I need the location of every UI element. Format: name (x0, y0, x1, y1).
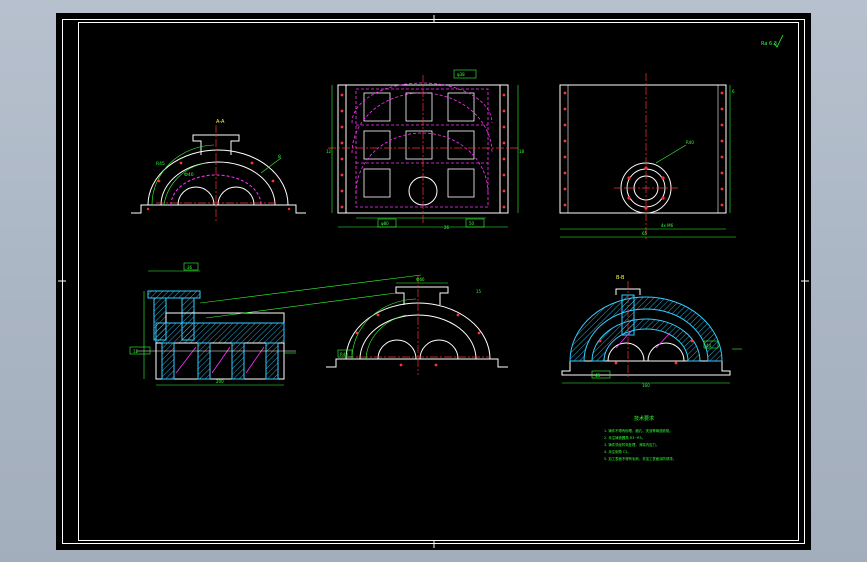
note-line: 2. 未注铸造圆角 R3~R5。 (604, 435, 645, 440)
svg-text:R45: R45 (156, 161, 165, 167)
svg-text:12: 12 (133, 349, 139, 354)
svg-text:Ф66: Ф66 (416, 277, 425, 282)
technical-notes: 技术要求 1. 铸件不得有砂眼、缩孔、夹渣等铸造缺陷。 2. 未注铸造圆角 R3… (604, 415, 676, 461)
drawing-canvas: Ra 6.3 A-A R45 8 Ф40 φ38 φ80 50 12 18 26… (58, 15, 809, 548)
svg-text:φ80: φ80 (381, 221, 389, 226)
svg-text:65: 65 (642, 231, 648, 236)
view-section-left: 12 36 200 (129, 262, 422, 386)
svg-text:R48: R48 (340, 352, 348, 357)
drawing-sheet: Ra 6.3 A-A R45 8 Ф40 φ38 φ80 50 12 18 26… (56, 13, 811, 550)
note-line: 3. 铸件须经时效处理，消除内应力。 (604, 442, 659, 447)
svg-text:φ38: φ38 (457, 72, 465, 77)
svg-text:18: 18 (519, 149, 525, 154)
view-side-flange: R40 4x M6 65 6 (559, 73, 736, 241)
note-line: 5. 加工表面不得有毛刺，非加工表面涂防锈漆。 (604, 456, 676, 461)
svg-text:12: 12 (326, 149, 332, 154)
view-label: A-A (216, 119, 225, 125)
svg-text:50: 50 (469, 221, 475, 226)
svg-text:160: 160 (642, 383, 650, 388)
note-line: 1. 铸件不得有砂眼、缩孔、夹渣等铸造缺陷。 (604, 428, 673, 433)
svg-text:45: 45 (595, 373, 601, 378)
roughness-symbol: Ra 6.3 (761, 34, 784, 48)
svg-text:R40: R40 (686, 140, 694, 145)
drawing-frame (58, 15, 809, 548)
svg-text:200: 200 (216, 379, 224, 384)
svg-text:44: 44 (706, 343, 712, 348)
svg-text:26: 26 (444, 225, 450, 230)
view-front-half-arch: A-A R45 8 Ф40 (131, 119, 306, 223)
svg-text:6: 6 (732, 89, 735, 94)
view-section-right: B-B 45 44 160 (561, 275, 742, 388)
svg-text:Ф40: Ф40 (184, 172, 194, 178)
svg-text:36: 36 (187, 265, 193, 270)
view-bottom-arch: R48 15 Ф66 (326, 275, 508, 375)
note-line: 4. 未注倒角 C1。 (604, 449, 631, 454)
view-top-plan: φ38 φ80 50 12 18 26 (326, 69, 525, 230)
view-label: B-B (616, 275, 625, 281)
notes-title: 技术要求 (634, 415, 654, 422)
svg-text:4x M6: 4x M6 (661, 223, 674, 228)
svg-text:15: 15 (476, 289, 482, 294)
